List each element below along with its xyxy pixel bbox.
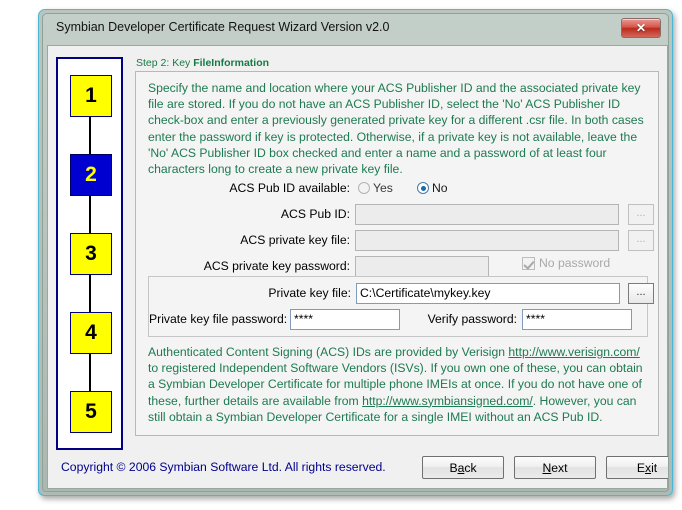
exit-button[interactable]: Exit (606, 456, 668, 479)
acs-pub-id-row: ACS Pub ID: ... (136, 204, 660, 226)
content-pane: Step 2: Key FileInformation Specify the … (135, 57, 659, 450)
verify-password-input[interactable]: **** (522, 309, 632, 330)
radio-no-label: No (432, 181, 448, 195)
footer-bar: Copyright © 2006 Symbian Software Ltd. A… (48, 448, 668, 488)
step-heading-bold: FileInformation (193, 57, 270, 69)
step-number-4: 4 (85, 321, 97, 344)
client-area: 1 2 3 4 5 Step 2: Key FileInformation Sp… (47, 45, 668, 489)
next-button[interactable]: Next (514, 456, 596, 479)
description-panel: Specify the name and location where your… (135, 71, 659, 436)
radio-yes-label: Yes (373, 181, 393, 195)
private-key-file-browse-button[interactable]: ... (628, 283, 654, 304)
acs-private-key-file-browse-button[interactable]: ... (628, 230, 654, 251)
acs-private-key-password-input[interactable] (355, 256, 489, 277)
verify-password-label: Verify password: (427, 312, 517, 326)
step-indicator-5[interactable]: 5 (70, 391, 112, 433)
back-label-pre: B (449, 460, 458, 475)
acs-available-label: ACS Pub ID available: (229, 181, 350, 195)
step-number-3: 3 (85, 242, 97, 265)
private-key-group: Private key file: C:\Certificate\mykey.k… (148, 276, 654, 337)
acs-pub-id-browse-button[interactable]: ... (628, 204, 654, 225)
step-heading: Step 2: Key FileInformation (136, 57, 269, 69)
acs-private-key-password-label: ACS private key password: (203, 259, 350, 273)
step-indicator-2[interactable]: 2 (70, 154, 112, 196)
symbiansigned-link[interactable]: http://www.symbiansigned.com/ (362, 394, 533, 408)
close-icon: ✕ (635, 21, 647, 35)
back-button[interactable]: Back (422, 456, 504, 479)
acs-private-key-file-input[interactable] (355, 230, 619, 251)
step-number-1: 1 (85, 84, 97, 107)
copyright-text: Copyright © 2006 Symbian Software Ltd. A… (61, 460, 386, 474)
no-password-checkbox-icon[interactable] (522, 256, 535, 270)
radio-no-group[interactable]: No (417, 181, 448, 195)
step-indicator-1[interactable]: 1 (70, 75, 112, 117)
description-text: Specify the name and location where your… (148, 81, 644, 177)
radio-no-icon[interactable] (417, 182, 429, 194)
acs-pub-id-input[interactable] (355, 204, 619, 225)
acs-form: ACS Pub ID available: Yes No ACS Pub ID:… (136, 178, 660, 277)
acs-pub-id-label: ACS Pub ID: (280, 207, 350, 221)
step-number-5: 5 (85, 400, 97, 423)
close-button[interactable]: ✕ (621, 18, 661, 38)
step-heading-prefix: Step 2: Key (136, 57, 194, 69)
application-window: Symbian Developer Certificate Request Wi… (38, 9, 673, 496)
acs-available-row: ACS Pub ID available: Yes No (136, 178, 660, 200)
next-accel: N (542, 460, 552, 475)
acs-private-key-file-row: ACS private key file: ... (136, 230, 660, 252)
title-bar[interactable]: Symbian Developer Certificate Request Wi… (43, 14, 668, 44)
radio-yes-group[interactable]: Yes (358, 181, 393, 195)
next-label-post: ext (551, 460, 568, 475)
no-password-checkbox-group[interactable]: No password (522, 256, 610, 270)
step-navigation-strip: 1 2 3 4 5 (56, 57, 123, 450)
private-key-file-label: Private key file: (268, 286, 351, 300)
private-key-password-input[interactable]: **** (290, 309, 400, 330)
private-key-password-label: Private key file password: (149, 312, 288, 326)
window-title: Symbian Developer Certificate Request Wi… (56, 20, 390, 34)
verisign-link[interactable]: http://www.verisign.com/ (508, 345, 639, 359)
acs-private-key-file-label: ACS private key file: (240, 233, 350, 247)
exit-label-post: it (651, 460, 658, 475)
step-indicator-3[interactable]: 3 (70, 233, 112, 275)
exit-label-pre: E (636, 460, 645, 475)
back-label-post: ck (464, 460, 477, 475)
acs-private-key-password-row: ACS private key password: No password (136, 256, 660, 278)
acs-info-paragraph: Authenticated Content Signing (ACS) IDs … (148, 344, 650, 425)
step-indicator-4[interactable]: 4 (70, 312, 112, 354)
acs-info-part1: Authenticated Content Signing (ACS) IDs … (148, 345, 509, 359)
private-key-file-input[interactable]: C:\Certificate\mykey.key (356, 283, 620, 304)
radio-yes-icon[interactable] (358, 182, 370, 194)
window-inner-frame: Symbian Developer Certificate Request Wi… (42, 13, 669, 492)
step-number-2: 2 (85, 163, 97, 186)
no-password-label: No password (539, 256, 611, 270)
